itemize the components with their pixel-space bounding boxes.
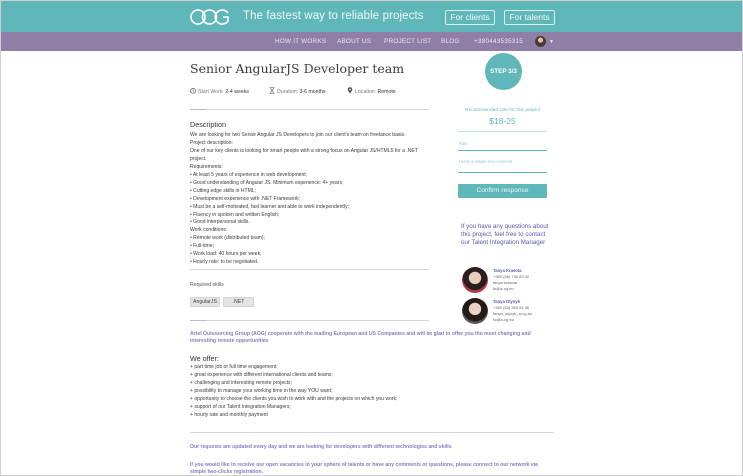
divider [206, 109, 429, 110]
nav-phone[interactable]: +380443535315 [474, 38, 523, 45]
confirm-response-button[interactable]: Confirm response [458, 184, 547, 198]
for-talents-button[interactable]: For talents [504, 10, 555, 25]
start-work: Start Work: 2-4 weeks [198, 89, 249, 95]
user-avatar[interactable] [535, 36, 546, 47]
description-line: • Cutting edge skills in HTML; [190, 187, 256, 194]
recommended-rate-label: Recommended rate for this project [464, 108, 541, 113]
manager-photo [462, 298, 488, 324]
offer-item: + possibility to manage your working tim… [190, 387, 333, 394]
aog-logo[interactable] [190, 8, 230, 26]
comment-input[interactable]: Leave a simple text comment [458, 158, 547, 173]
comment-input-indicator [458, 172, 472, 173]
divider [190, 269, 429, 270]
description-heading: Description [190, 120, 226, 129]
page-frame: The fastest way to reliable projects For… [0, 0, 743, 476]
about-aog-text: Artel Outsourcing Group (AOG) cooperate … [190, 331, 531, 344]
nav-project-list[interactable]: PROJECT LIST [384, 38, 431, 45]
description-line: • Full-time; [190, 243, 214, 250]
description-line: project. [190, 155, 207, 162]
description-line: Requirements: [190, 163, 223, 170]
offer-item: + challenging and interesting remote pro… [190, 379, 292, 386]
tagline: The fastest way to reliable projects [243, 10, 424, 22]
location-pin-icon [347, 87, 353, 94]
description-line: • Hourly rate: to be negotiated. [190, 259, 259, 266]
offer-heading: We offer: [190, 354, 219, 363]
manager-photo [462, 267, 488, 293]
step-badge: STEP 3/3 [485, 53, 522, 90]
description-line: • Good understanding of Angular JS. Mini… [190, 179, 344, 186]
offer-item: + part time job or full time engagement; [190, 364, 278, 370]
offer-item: + hourly rate and monthly payment [190, 411, 268, 418]
description-line: One of our key clients is looking for sm… [190, 147, 418, 154]
manager-phone[interactable]: +380 (63) 363 51 36 [493, 305, 529, 310]
description-line: We are looking for two Senior Angular JS… [190, 132, 406, 138]
hourglass-icon [269, 87, 275, 94]
skill-tag-angularjs: AngularJS [190, 297, 220, 307]
manager-email[interactable]: to@a-og.eu [493, 317, 514, 322]
description-line: • Work load: 40 hours per week; [190, 251, 262, 258]
updates-note: Our requests are updated every day and w… [190, 444, 452, 450]
contact-help-text: If you have any questions about this pro… [461, 223, 549, 247]
manager-name: Tanya Krasota [493, 268, 522, 273]
manager-skype[interactable]: tanya_olynyk_a-og.eu [493, 311, 532, 316]
rate-input-indicator [458, 150, 472, 151]
description-line: • Remote work (distributed team); [190, 235, 265, 242]
offer-item: + opportunity to choose the clients you … [190, 395, 398, 402]
nav-bar: HOW IT WORKS ABOUT US PROJECT LIST BLOG … [1, 32, 742, 51]
chevron-down-icon[interactable]: ▼ [549, 39, 554, 45]
description-line: • At least 5 years of experience in web … [190, 171, 308, 178]
manager-card: Tanya Olynyk +380 (63) 363 51 36 tanya_o… [462, 298, 562, 324]
description-text: We are looking for two Senior Angular JS… [190, 132, 430, 267]
location: Location: Remote [355, 89, 396, 95]
recommended-rate-value: $18-25 [489, 116, 516, 126]
manager-name: Tanya Olynyk [493, 299, 520, 304]
rule [190, 109, 206, 110]
nav-blog[interactable]: BLOG [441, 38, 460, 45]
offer-list: + part time job or full time engagement;… [190, 364, 430, 420]
required-skills-label: Required skills [190, 282, 224, 288]
divider [206, 320, 429, 321]
divider [190, 432, 554, 433]
duration: Duration: 3-6 months [277, 89, 326, 95]
nav-about-us[interactable]: ABOUT US [337, 38, 371, 45]
description-line: • Development experience with .NET Frame… [190, 195, 301, 202]
description-line: • Good interpersonal skills. [190, 219, 250, 226]
clock-icon [190, 88, 196, 94]
top-bar: The fastest way to reliable projects For… [1, 1, 742, 32]
manager-phone[interactable]: +380 (68) 736 83 42 [493, 274, 529, 279]
description-line: Project description: [190, 139, 233, 146]
manager-email[interactable]: tk@a-og.eu [493, 286, 514, 291]
description-line: Work conditions: [190, 227, 228, 234]
description-line: • Must be a self-motivated, fast learner… [190, 203, 349, 210]
offer-item: + great experience with different intern… [190, 371, 333, 378]
for-clients-button[interactable]: For clients [445, 10, 495, 25]
manager-skype[interactable]: tanya.krasota [493, 280, 517, 285]
divider [458, 131, 547, 132]
rule [190, 320, 206, 321]
registration-note: If you would like to receive our open va… [190, 462, 538, 475]
nav-how-it-works[interactable]: HOW IT WORKS [275, 38, 326, 45]
offer-item: + support of our Talent Integration Mana… [190, 403, 291, 410]
manager-card: Tanya Krasota +380 (68) 736 83 42 tanya.… [462, 267, 562, 293]
job-title: Senior AngularJS Developer team [190, 61, 405, 76]
skill-tag-dotnet: .NET [223, 297, 254, 307]
description-line: • Fluency in spoken and written English; [190, 211, 280, 218]
